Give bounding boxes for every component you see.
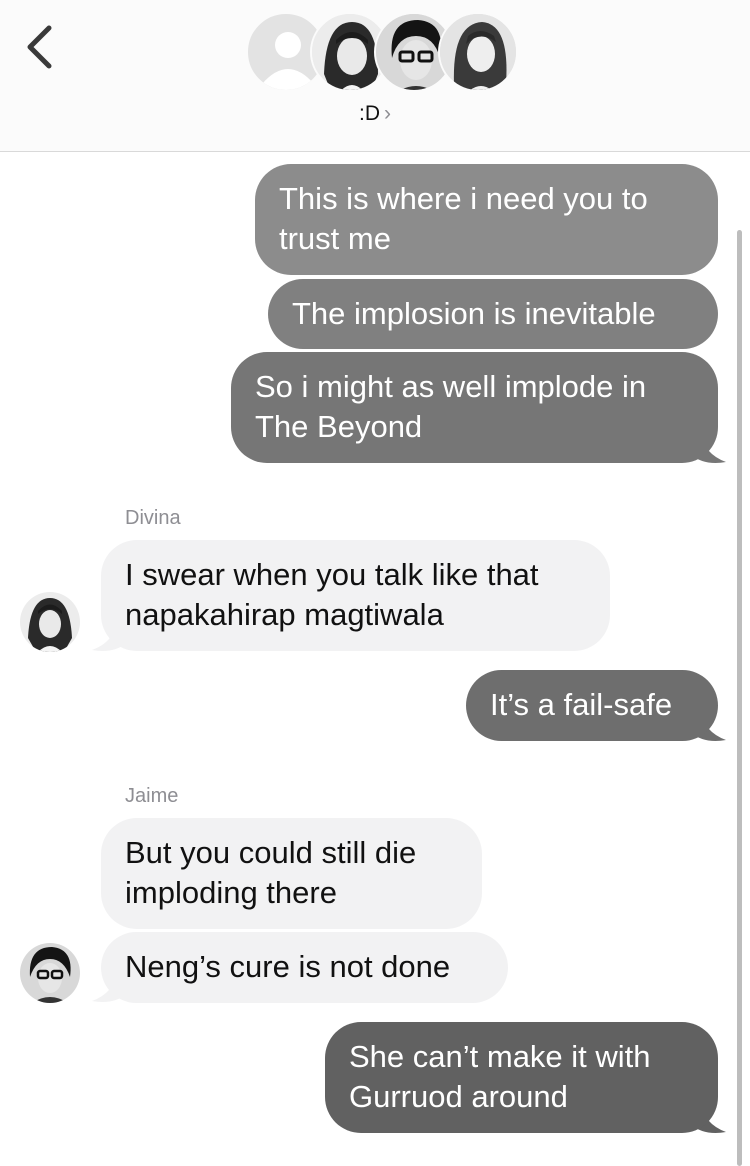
message-bubble-received[interactable]: I swear when you talk like that napakahi… xyxy=(101,540,610,651)
back-button[interactable] xyxy=(22,22,62,72)
avatar-jaime[interactable] xyxy=(20,943,80,1003)
message-line: But you could still die xyxy=(125,835,417,870)
message-line: napakahirap magtiwala xyxy=(125,597,444,632)
message-line: It’s a fail-safe xyxy=(490,687,673,722)
scrollbar[interactable] xyxy=(737,230,742,1166)
chat-header: :D › xyxy=(0,0,750,152)
group-avatars[interactable] xyxy=(246,12,518,92)
chevron-left-icon xyxy=(27,25,52,69)
message-bubble-received[interactable]: Neng’s cure is not done xyxy=(101,932,508,1003)
message-line: The Beyond xyxy=(255,409,423,444)
message-line: She can’t make it with xyxy=(349,1039,651,1074)
group-name-button[interactable]: :D › xyxy=(0,102,750,126)
message-bubble-sent[interactable]: This is where i need you to trust me xyxy=(255,164,718,275)
chevron-right-icon: › xyxy=(384,102,391,125)
message-line: trust me xyxy=(279,221,391,256)
message-line: I swear when you talk like that xyxy=(125,557,539,592)
sender-name: Divina xyxy=(125,507,181,529)
member-avatar-third xyxy=(438,12,518,92)
message-bubble-received[interactable]: But you could still die imploding there xyxy=(101,818,482,929)
sender-name: Jaime xyxy=(125,785,179,807)
message-bubble-sent[interactable]: It’s a fail-safe xyxy=(466,670,718,741)
message-line: The implosion is inevitable xyxy=(292,296,656,331)
message-line: So i might as well implode in xyxy=(255,369,647,404)
message-bubble-sent[interactable]: The implosion is inevitable xyxy=(268,279,718,349)
message-line: This is where i need you to xyxy=(279,181,648,216)
message-line: Neng’s cure is not done xyxy=(125,949,451,984)
avatar-divina[interactable] xyxy=(20,592,80,652)
imessage-group-chat: :D › This is where i need you to trust me… xyxy=(0,0,750,1166)
message-line: Gurruod around xyxy=(349,1079,568,1114)
message-bubble-sent[interactable]: So i might as well implode in The Beyond xyxy=(231,352,718,463)
message-bubble-sent[interactable]: She can’t make it with Gurruod around xyxy=(325,1022,718,1133)
message-line: imploding there xyxy=(125,875,337,910)
group-name: :D xyxy=(359,102,380,125)
